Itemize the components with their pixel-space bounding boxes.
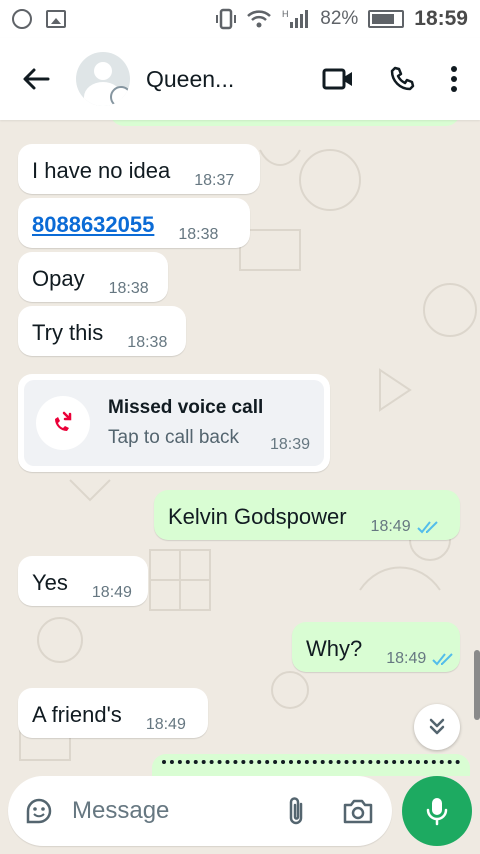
- outgoing-message[interactable]: Kelvin Godspower 18:49: [154, 490, 460, 540]
- message-input[interactable]: Message: [72, 797, 286, 825]
- message-time: 18:49: [91, 584, 132, 601]
- microphone-icon: [426, 798, 448, 826]
- message-text: I have no idea: [32, 158, 171, 183]
- wifi-icon: [247, 10, 272, 28]
- message-time: 18:38: [178, 226, 219, 243]
- scrollbar[interactable]: [474, 650, 480, 720]
- attach-icon[interactable]: [286, 795, 306, 827]
- outgoing-message[interactable]: Why? 18:49: [292, 622, 460, 672]
- read-ticks-icon: [416, 521, 438, 534]
- vibrate-icon: [216, 8, 237, 30]
- sticker-emoji-icon[interactable]: [24, 796, 54, 826]
- message-text: Kelvin Godspower: [168, 504, 347, 529]
- contact-name[interactable]: Queen...: [146, 66, 322, 93]
- battery-percentage: 82%: [320, 8, 359, 29]
- chat-area[interactable]: I have no idea 18:37 8088632055 18:38 Op…: [0, 120, 480, 776]
- signal-icon: H: [282, 9, 309, 28]
- camera-icon[interactable]: [342, 797, 374, 825]
- more-options-icon[interactable]: [450, 65, 458, 93]
- incoming-message[interactable]: A friend's 18:49: [18, 688, 208, 738]
- incoming-message[interactable]: Try this 18:38: [18, 306, 186, 356]
- message-text: Try this: [32, 320, 104, 345]
- message-time: 18:38: [108, 280, 149, 297]
- missed-call-title: Missed voice call: [108, 397, 264, 418]
- previous-message-partial: [110, 120, 460, 126]
- incoming-message[interactable]: 8088632055 18:38: [18, 198, 250, 248]
- disappearing-timer-icon: [110, 86, 130, 106]
- message-text: Why?: [306, 636, 363, 661]
- message-composer[interactable]: Message: [8, 776, 392, 846]
- message-text: A friend's: [32, 702, 122, 727]
- message-text: Yes: [32, 570, 68, 595]
- missed-call-icon-wrap: [36, 396, 90, 450]
- scroll-to-bottom-button[interactable]: [414, 704, 460, 750]
- missed-call-subtitle: Tap to call back: [108, 427, 239, 448]
- video-call-icon[interactable]: [322, 67, 354, 91]
- incoming-message[interactable]: Opay 18:38: [18, 252, 168, 302]
- chat-header: Queen...: [0, 38, 480, 120]
- battery-icon: [368, 10, 405, 28]
- message-time: 18:39: [269, 436, 310, 453]
- next-message-partial: [152, 754, 470, 776]
- message-time: 18:49: [386, 650, 427, 667]
- message-time: 18:38: [127, 334, 168, 351]
- voice-call-icon[interactable]: [388, 65, 416, 93]
- voice-message-button[interactable]: [402, 776, 472, 846]
- incoming-message[interactable]: Yes 18:49: [18, 556, 148, 606]
- svg-text:H: H: [282, 9, 289, 19]
- read-ticks-icon: [432, 653, 454, 666]
- phone-number-link[interactable]: 8088632055: [32, 212, 154, 238]
- avatar[interactable]: [76, 52, 130, 106]
- status-bar: H 82% 18:59: [0, 0, 480, 38]
- message-text: Opay: [32, 266, 85, 291]
- missed-call-icon: [55, 411, 72, 431]
- incoming-message[interactable]: I have no idea 18:37: [18, 144, 260, 194]
- message-time: 18:49: [145, 716, 186, 733]
- message-time: 18:49: [370, 518, 411, 535]
- double-chevron-down-icon: [429, 718, 445, 735]
- clock: 18:59: [414, 7, 468, 30]
- back-arrow-icon: [23, 68, 50, 90]
- message-time: 18:37: [194, 172, 235, 189]
- back-button[interactable]: [16, 59, 56, 99]
- notification-circle-icon: [12, 9, 32, 29]
- missed-call-card[interactable]: Missed voice call Tap to call back 18:39: [18, 374, 330, 472]
- gallery-notification-icon: [46, 10, 66, 28]
